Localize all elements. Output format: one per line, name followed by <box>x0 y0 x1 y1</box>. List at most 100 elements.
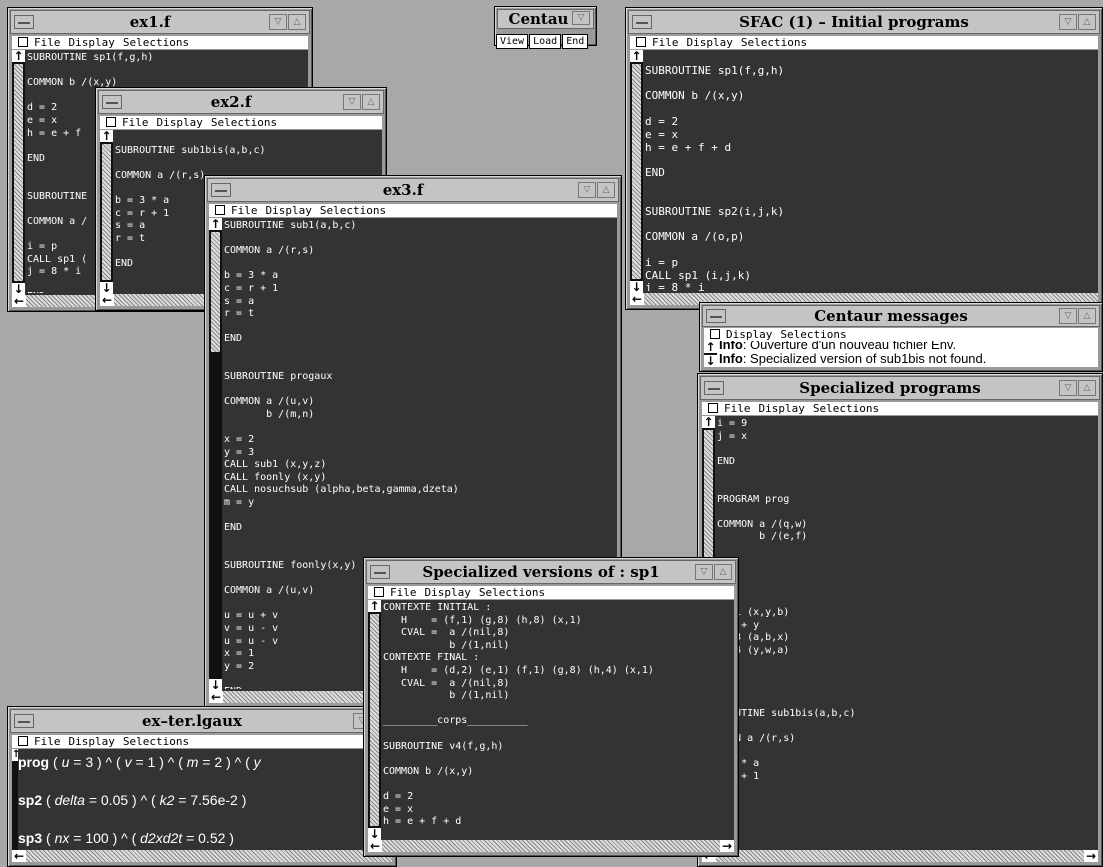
checkbox-icon[interactable] <box>18 37 28 47</box>
window-menu-icon[interactable] <box>211 183 231 197</box>
vertical-scrollbar[interactable]: ↑ ↓ <box>12 50 25 295</box>
code-view: ↑ ↓ i = 9 j = x END PROGRAM prog COMMON … <box>702 416 1098 862</box>
scroll-thumb[interactable] <box>14 64 23 281</box>
menu-display[interactable]: Display <box>69 36 115 49</box>
minimize-icon[interactable]: ▽ <box>695 564 713 580</box>
menu-file[interactable]: File <box>34 735 61 748</box>
scroll-up-icon[interactable]: ↑ <box>12 50 25 62</box>
scroll-up-icon[interactable]: ↑ <box>702 416 715 428</box>
titlebar[interactable]: ex–ter.lgaux ▽ △ <box>10 709 394 733</box>
window-menu-icon[interactable] <box>14 714 34 728</box>
scroll-right-icon[interactable]: → <box>720 840 734 852</box>
maximize-icon[interactable]: △ <box>597 182 615 198</box>
checkbox-icon[interactable] <box>106 117 116 127</box>
window-menu-icon[interactable] <box>704 381 724 395</box>
maximize-icon[interactable]: △ <box>714 564 732 580</box>
titlebar[interactable]: Centau ▽ <box>497 9 594 29</box>
scroll-left-icon[interactable]: ← <box>209 691 223 703</box>
maximize-icon[interactable]: △ <box>1078 14 1096 30</box>
menu-file[interactable]: File <box>34 36 61 49</box>
minimize-icon[interactable]: ▽ <box>1059 14 1077 30</box>
window-centaur-messages: Centaur messages ▽ △ Display Selections ↑… <box>699 302 1103 372</box>
menu-selections[interactable]: Selections <box>123 36 189 49</box>
vertical-scrollbar[interactable]: ↑ ↓ <box>209 218 222 691</box>
menu-selections[interactable]: Selections <box>741 36 807 49</box>
scroll-left-icon[interactable]: ← <box>368 840 382 852</box>
menu-display[interactable]: Display <box>157 116 203 129</box>
minimize-icon[interactable]: ▽ <box>1059 308 1077 324</box>
minimize-icon[interactable]: ▽ <box>578 182 596 198</box>
horizontal-scrollbar[interactable]: ← → <box>702 850 1098 862</box>
window-menu-icon[interactable] <box>370 565 390 579</box>
maximize-icon[interactable]: △ <box>1078 308 1096 324</box>
menu-display[interactable]: Display <box>687 36 733 49</box>
menu-selections[interactable]: Selections <box>123 735 189 748</box>
menu-file[interactable]: File <box>231 204 258 217</box>
menu-file[interactable]: File <box>724 402 751 415</box>
scroll-left-icon[interactable]: ← <box>100 294 114 306</box>
scroll-up-icon[interactable]: ↑ <box>209 218 222 230</box>
window-menu-icon[interactable] <box>14 15 34 29</box>
scroll-thumb[interactable] <box>211 232 220 352</box>
menu-selections[interactable]: Selections <box>813 402 879 415</box>
scroll-up-icon[interactable]: ↑ <box>704 341 717 353</box>
window-menu-icon[interactable] <box>102 95 122 109</box>
scroll-up-icon[interactable]: ↑ <box>368 600 381 612</box>
scroll-thumb[interactable] <box>102 144 111 280</box>
scroll-left-icon[interactable]: ← <box>12 850 26 862</box>
menu-display[interactable]: Display <box>266 204 312 217</box>
menu-selections[interactable]: Selections <box>479 586 545 599</box>
formula-line[interactable]: prog ( u = 3 ) ^ ( v = 1 ) ^ ( m = 2 ) ^… <box>18 753 390 791</box>
minimize-icon[interactable]: ▽ <box>1059 380 1077 396</box>
titlebar[interactable]: ex3.f ▽ △ <box>207 178 619 202</box>
titlebar[interactable]: SFAC (1) – Initial programs ▽ △ <box>628 10 1100 34</box>
scroll-thumb[interactable] <box>632 64 641 279</box>
end-button[interactable]: End <box>562 34 589 49</box>
maximize-icon[interactable]: △ <box>362 94 380 110</box>
menu-selections[interactable]: Selections <box>780 328 846 341</box>
checkbox-icon[interactable] <box>18 736 28 746</box>
scroll-right-icon[interactable]: → <box>1084 850 1098 862</box>
window-menu-icon[interactable] <box>706 309 726 323</box>
menu-display[interactable]: Display <box>759 402 805 415</box>
vertical-scrollbar[interactable]: ↑ ↓ <box>630 50 643 293</box>
window-menu-icon[interactable] <box>632 15 652 29</box>
scroll-down-icon[interactable]: ↓ <box>704 355 717 367</box>
titlebar[interactable]: Centaur messages ▽ △ <box>702 305 1100 327</box>
menu-display[interactable]: Display <box>726 328 772 341</box>
menu-file[interactable]: File <box>652 36 679 49</box>
titlebar[interactable]: Specialized programs ▽ △ <box>700 376 1100 400</box>
menu-selections[interactable]: Selections <box>320 204 386 217</box>
vertical-scrollbar[interactable]: ↑ ↓ <box>704 341 717 367</box>
scroll-up-icon[interactable]: ↑ <box>630 50 643 62</box>
checkbox-icon[interactable] <box>708 403 718 413</box>
menu-display[interactable]: Display <box>69 735 115 748</box>
view-button[interactable]: View <box>496 34 529 49</box>
maximize-icon[interactable]: △ <box>1078 380 1096 396</box>
checkbox-icon[interactable] <box>215 205 225 215</box>
titlebar[interactable]: Specialized versions of : sp1 ▽ △ <box>366 560 736 584</box>
titlebar[interactable]: ex2.f ▽ △ <box>98 90 384 114</box>
checkbox-icon[interactable] <box>710 329 720 339</box>
horizontal-scrollbar[interactable]: ← → <box>368 840 734 852</box>
checkbox-icon[interactable] <box>374 587 384 597</box>
menu-display[interactable]: Display <box>425 586 471 599</box>
menu-file[interactable]: File <box>390 586 417 599</box>
scroll-thumb[interactable] <box>370 614 379 826</box>
vertical-scrollbar[interactable]: ↑ ↓ <box>368 600 381 840</box>
scroll-left-icon[interactable]: ← <box>630 293 644 305</box>
menu-selections[interactable]: Selections <box>211 116 277 129</box>
minimize-icon[interactable]: ▽ <box>572 11 590 25</box>
horizontal-scrollbar[interactable]: ← <box>12 850 392 862</box>
scroll-up-icon[interactable]: ↑ <box>100 130 113 142</box>
scroll-left-icon[interactable]: ← <box>12 295 26 307</box>
maximize-icon[interactable]: △ <box>288 14 306 30</box>
load-button[interactable]: Load <box>529 34 562 49</box>
titlebar[interactable]: ex1.f ▽ △ <box>10 10 310 34</box>
formula-line[interactable]: sp2 ( delta = 0.05 ) ^ ( k2 = 7.56e-2 ) <box>18 791 390 829</box>
minimize-icon[interactable]: ▽ <box>343 94 361 110</box>
checkbox-icon[interactable] <box>636 37 646 47</box>
vertical-scrollbar[interactable]: ↑ ↓ <box>100 130 113 294</box>
menu-file[interactable]: File <box>122 116 149 129</box>
minimize-icon[interactable]: ▽ <box>269 14 287 30</box>
